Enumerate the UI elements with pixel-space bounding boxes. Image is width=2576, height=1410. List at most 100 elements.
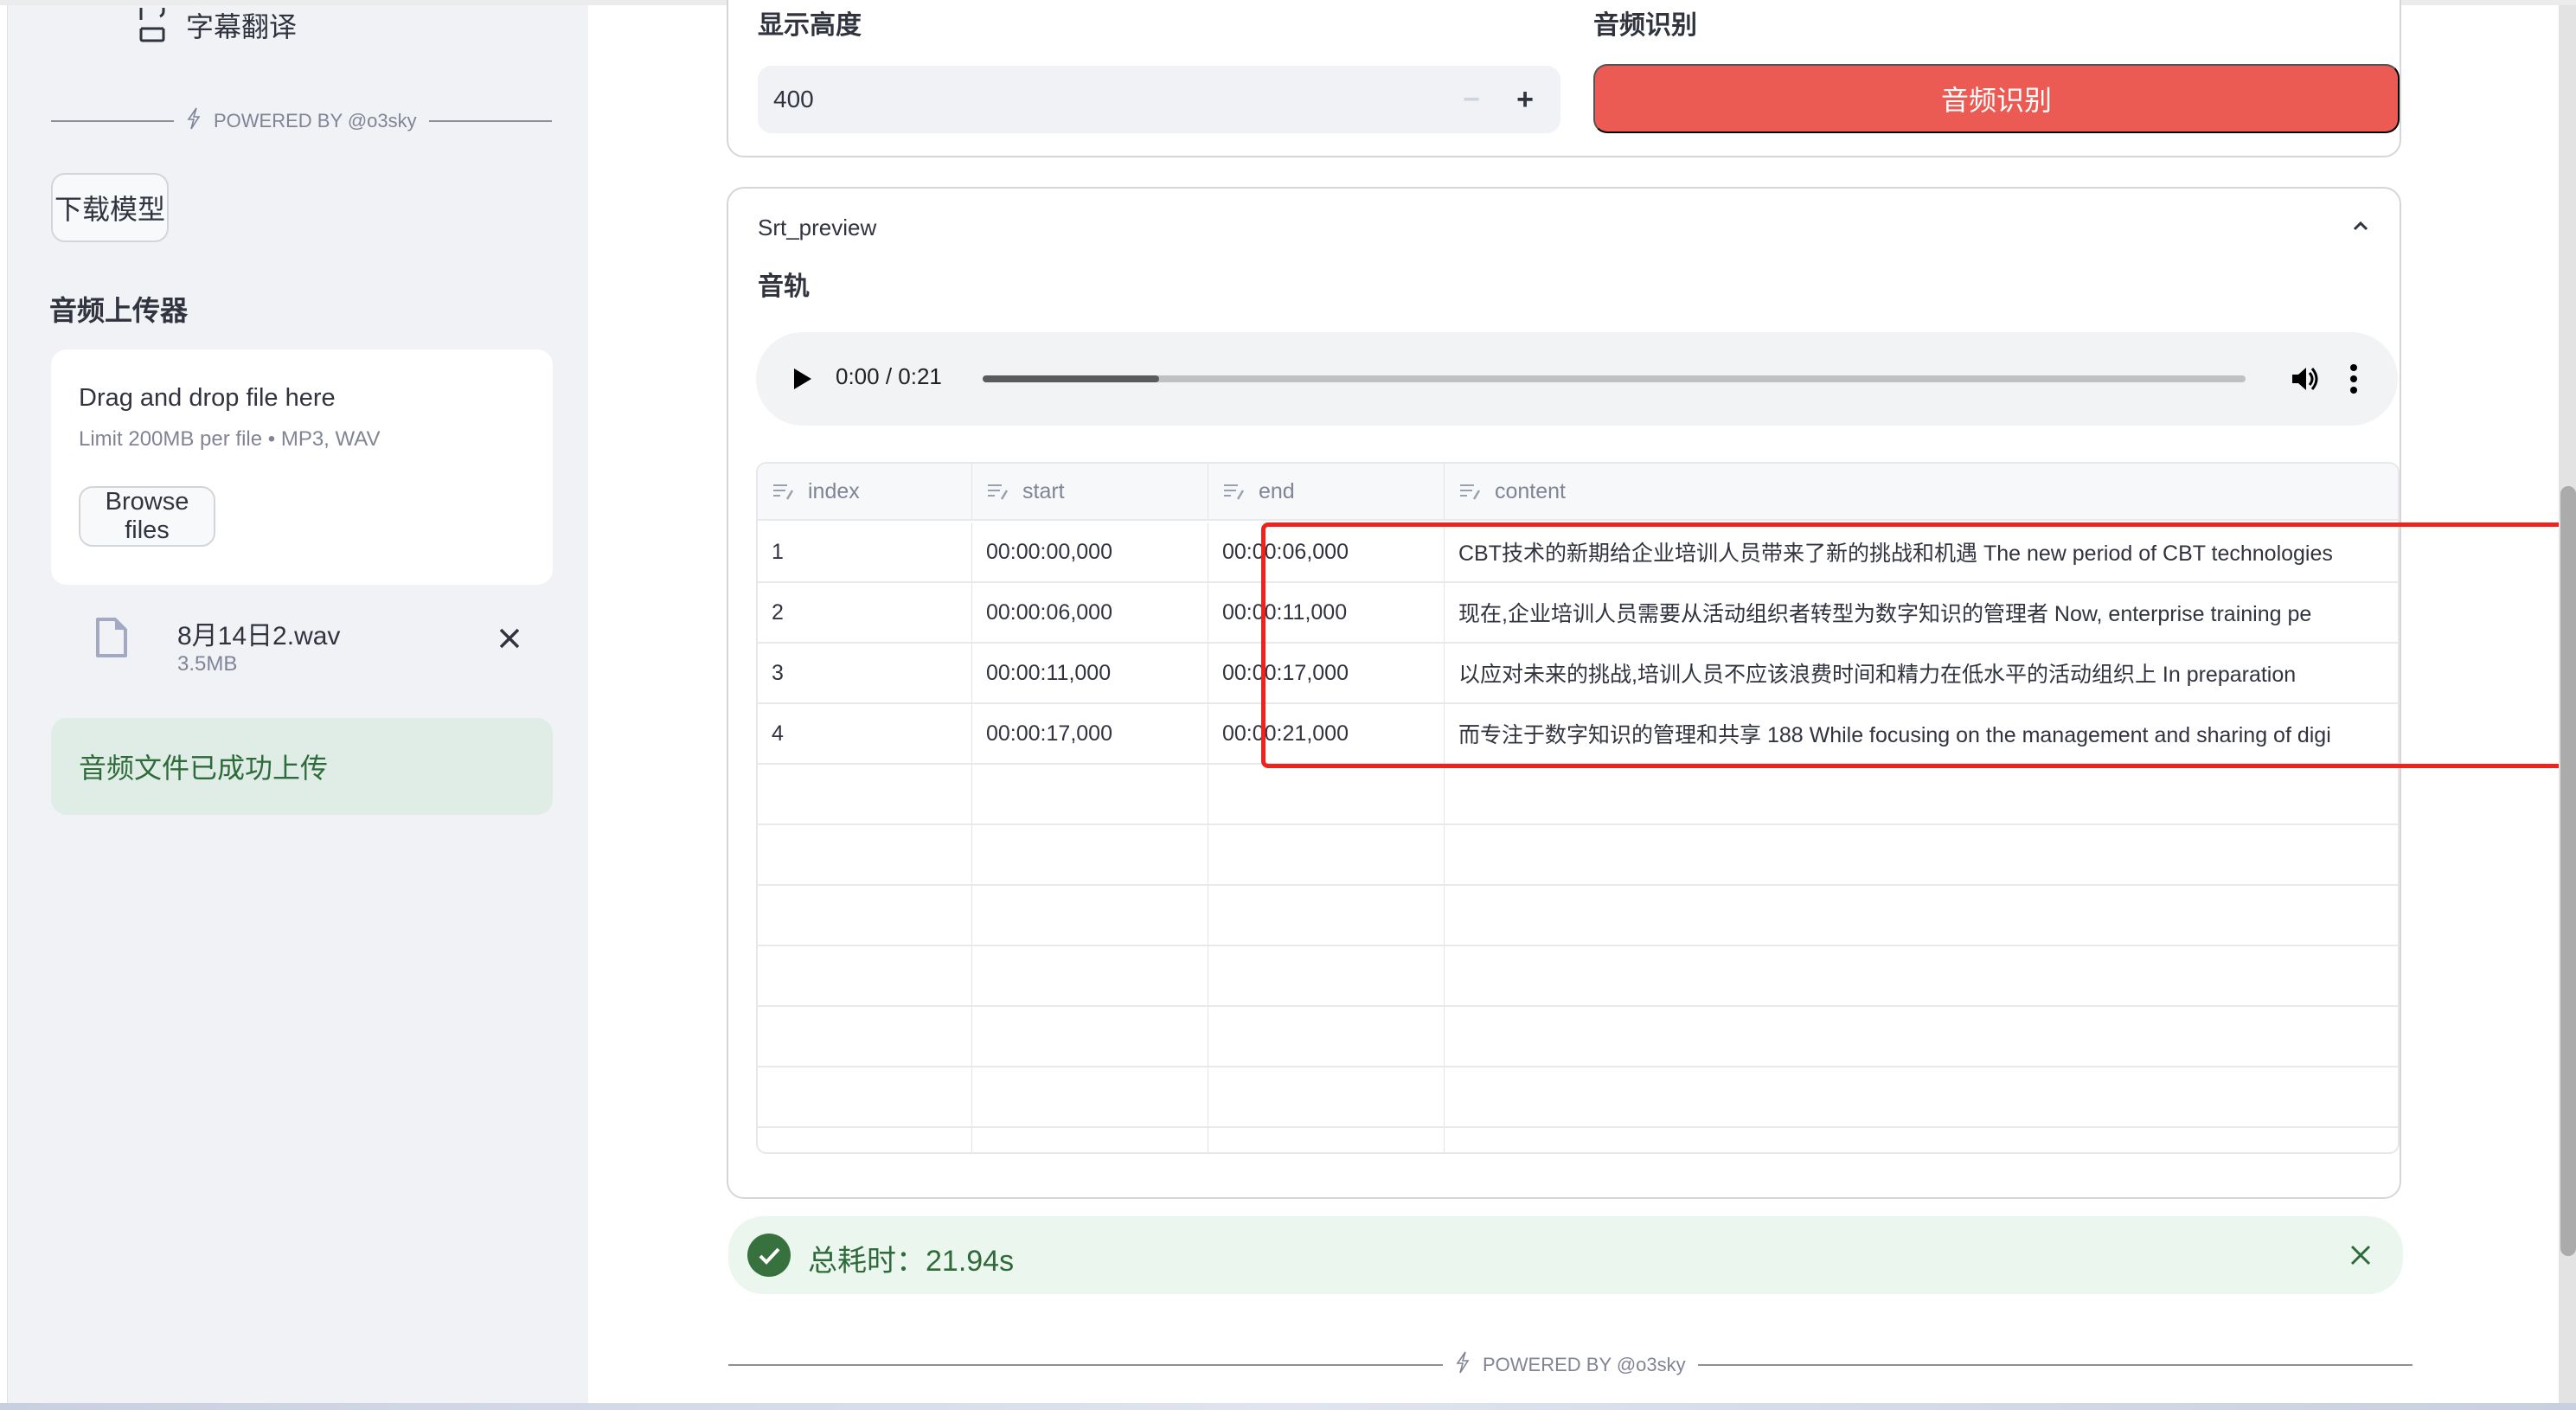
cell-start[interactable]: 00:00:17,000 — [972, 704, 1208, 763]
cell-index[interactable]: 3 — [758, 644, 972, 702]
cell-content[interactable]: 而专注于数字知识的管理和共享 188 While focusing on the… — [1445, 704, 2398, 763]
column-header-label: content — [1495, 478, 1567, 503]
audio-recognize-button[interactable]: 音频识别 — [1593, 64, 2400, 133]
audio-player: 0:00 / 0:21 — [756, 332, 2398, 426]
empty-table-row — [758, 886, 2398, 946]
scrollbar-thumb[interactable] — [2560, 486, 2576, 1256]
column-header-label: start — [1022, 478, 1065, 503]
browse-files-button[interactable]: Browse files — [79, 486, 215, 547]
empty-cell — [1445, 886, 2398, 945]
check-circle-icon — [747, 1234, 791, 1277]
empty-cell — [758, 765, 972, 824]
display-height-field[interactable] — [773, 66, 1379, 133]
file-size: 3.5MB — [177, 652, 238, 676]
empty-table-row — [758, 765, 2398, 825]
chevron-up-icon[interactable] — [2348, 213, 2374, 239]
more-options-icon[interactable] — [2348, 363, 2360, 394]
play-icon[interactable] — [792, 367, 813, 391]
lightning-icon — [186, 107, 202, 135]
close-toast-icon[interactable] — [2348, 1242, 2374, 1268]
download-model-button[interactable]: 下载模型 — [51, 173, 169, 242]
volume-icon[interactable] — [2291, 365, 2320, 393]
sidebar-item-subtitle-translate[interactable]: 字幕翻译 — [138, 5, 297, 45]
remove-file-icon[interactable] — [494, 623, 525, 654]
cell-content[interactable]: 现在,企业培训人员需要从活动组织者转型为数字知识的管理者 Now, enterp… — [1445, 583, 2398, 642]
lightning-icon — [1455, 1351, 1471, 1379]
sidebar-item-label: 字幕翻译 — [186, 11, 298, 42]
toast-message: 总耗时：21.94s — [808, 1245, 1015, 1278]
table-row[interactable]: 1 00:00:00,000 00:00:06,000 CBT技术的新期给企业培训人员… — [758, 522, 2398, 583]
cell-content[interactable]: 以应对未来的挑战,培训人员不应该浪费时间和精力在低水平的活动组织上 In pre… — [1445, 644, 2398, 702]
page-scrollbar[interactable] — [2559, 5, 2576, 1403]
cell-index[interactable]: 1 — [758, 522, 972, 581]
empty-cell — [758, 1128, 972, 1152]
empty-cell — [972, 765, 1208, 824]
empty-cell — [972, 946, 1208, 1005]
cell-start[interactable]: 00:00:00,000 — [972, 522, 1208, 581]
empty-cell — [1208, 886, 1445, 945]
file-dropzone[interactable]: Drag and drop file here Limit 200MB per … — [51, 349, 553, 585]
dropzone-limit-text: Limit 200MB per file • MP3, WAV — [79, 427, 381, 451]
edit-column-icon — [772, 482, 796, 501]
table-header-row: index start end content — [758, 464, 2398, 521]
cell-content[interactable]: CBT技术的新期给企业培训人员带来了新的挑战和机遇 The new period… — [1445, 522, 2398, 581]
cell-end[interactable]: 00:00:17,000 — [1208, 644, 1445, 702]
empty-table-row — [758, 1007, 2398, 1067]
divider-line — [1697, 1364, 2413, 1366]
powered-by-text: POWERED BY @o3sky — [214, 110, 417, 131]
display-height-label: 显示高度 — [758, 11, 862, 40]
cell-end[interactable]: 00:00:11,000 — [1208, 583, 1445, 642]
edit-column-icon — [986, 482, 1010, 501]
cell-index[interactable]: 4 — [758, 704, 972, 763]
cell-start[interactable]: 00:00:06,000 — [972, 583, 1208, 642]
cell-start[interactable]: 00:00:11,000 — [972, 644, 1208, 702]
empty-cell — [1445, 1007, 2398, 1066]
audio-seek-bar[interactable] — [983, 375, 2246, 382]
empty-cell — [1445, 946, 2398, 1005]
empty-cell — [1208, 946, 1445, 1005]
upload-success-alert: 音频文件已成功上传 — [51, 718, 553, 815]
recognize-label: 音频识别 — [1593, 11, 1697, 40]
increment-button[interactable]: + — [1503, 78, 1547, 121]
empty-cell — [758, 1067, 972, 1126]
audio-time: 0:00 / 0:21 — [836, 363, 942, 389]
cell-index[interactable]: 2 — [758, 583, 972, 642]
empty-cell — [1445, 825, 2398, 884]
empty-cell — [1208, 825, 1445, 884]
uploader-heading: 音频上传器 — [49, 295, 189, 326]
empty-cell — [1208, 1067, 1445, 1126]
cell-end[interactable]: 00:00:06,000 — [1208, 522, 1445, 581]
empty-cell — [758, 886, 972, 945]
empty-table-row — [758, 1067, 2398, 1128]
empty-cell — [972, 1007, 1208, 1066]
table-row[interactable]: 3 00:00:11,000 00:00:17,000 以应对未来的挑战,培训人员不应… — [758, 644, 2398, 704]
srt-data-table: index start end content 1 00:00:00,000 00:00:… — [756, 462, 2400, 1154]
edit-column-icon — [1222, 482, 1246, 501]
column-header-end[interactable]: end — [1208, 464, 1445, 519]
empty-cell — [758, 1007, 972, 1066]
divider-line — [428, 120, 552, 122]
table-filler — [758, 1128, 2398, 1152]
empty-cell — [972, 886, 1208, 945]
table-row[interactable]: 4 00:00:17,000 00:00:21,000 而专注于数字知识的管理和共享 … — [758, 704, 2398, 765]
empty-cell — [972, 1128, 1208, 1152]
table-row[interactable]: 2 00:00:06,000 00:00:11,000 现在,企业培训人员需要从活动组… — [758, 583, 2398, 644]
column-header-label: index — [808, 478, 860, 503]
powered-by-text: POWERED BY @o3sky — [1483, 1354, 1686, 1375]
footer-powered-by: POWERED BY @o3sky — [728, 1351, 2413, 1379]
decrement-button[interactable]: − — [1450, 78, 1493, 121]
audio-progress-fill — [983, 375, 1160, 382]
display-height-input[interactable]: − + — [758, 66, 1560, 133]
empty-cell — [758, 946, 972, 1005]
expander-title[interactable]: Srt_preview — [758, 215, 876, 241]
main-content: 显示高度 音频识别 − + 音频识别 Srt_preview 音轨 0:00 /… — [588, 0, 2576, 1403]
column-header-index[interactable]: index — [758, 464, 972, 519]
empty-cell — [1445, 765, 2398, 824]
cell-end[interactable]: 00:00:21,000 — [1208, 704, 1445, 763]
column-header-content[interactable]: content — [1445, 464, 2398, 519]
file-icon — [96, 618, 127, 657]
audio-track-heading: 音轨 — [758, 272, 810, 301]
dropzone-title: Drag and drop file here — [79, 384, 336, 412]
empty-cell — [1445, 1067, 2398, 1126]
column-header-start[interactable]: start — [972, 464, 1208, 519]
